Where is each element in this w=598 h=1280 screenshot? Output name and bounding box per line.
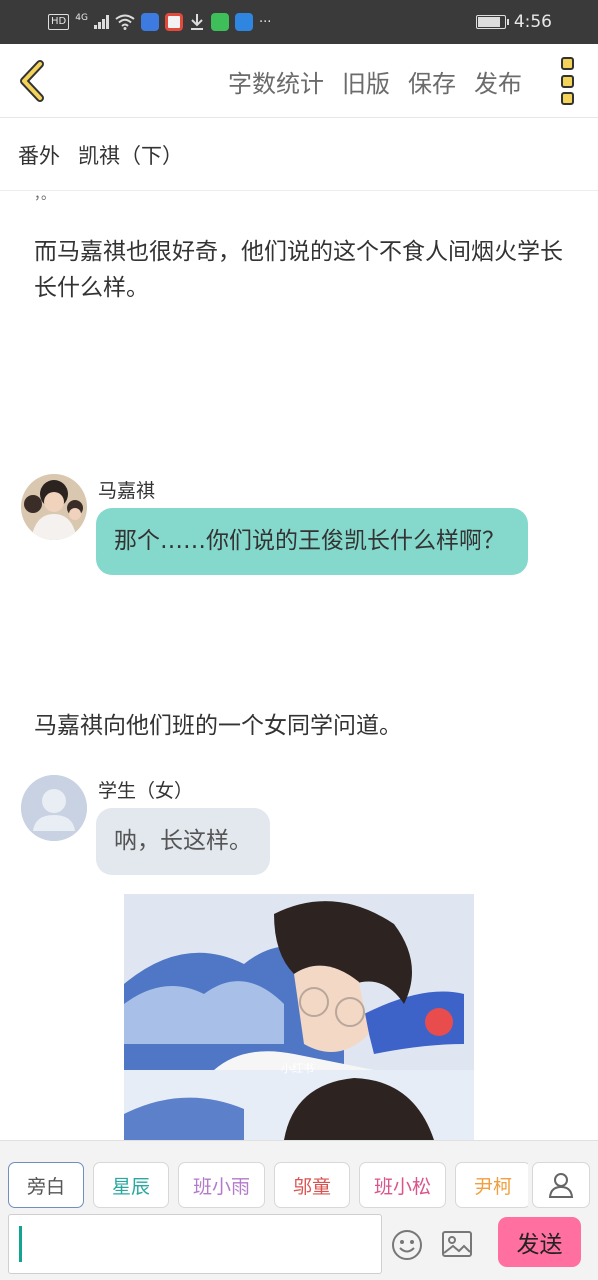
hd-badge: HD [48,14,70,30]
back-chevron-icon[interactable] [14,58,54,104]
download-icon [190,14,203,30]
editor-toolbar: 字数统计 旧版 保存 发布 [0,44,598,118]
emoji-icon[interactable] [391,1229,423,1261]
message-input[interactable] [8,1214,382,1274]
avatar-ma-jiaqi[interactable] [21,474,87,540]
old-version-button[interactable]: 旧版 [342,64,390,99]
speaker-name: 学生（女） [98,780,194,802]
role-chip[interactable]: 班小雨 [178,1162,266,1208]
story-content[interactable]: ，。 而马嘉祺也很好奇，他们说的这个不食人间烟火学长长什么样。 马嘉祺 那个……… [0,192,598,1140]
chapter-header[interactable]: 番外 凯祺（下） [0,119,598,191]
message-composer: 旁白 星辰 班小雨 邬童 班小松 尹柯 发送 [0,1140,598,1280]
role-chip[interactable]: 邬童 [274,1162,351,1208]
send-button[interactable]: 发送 [498,1217,581,1267]
image-upload-icon[interactable] [441,1229,473,1259]
image-watermark: 小红书 [281,1062,314,1075]
character-manager-button[interactable] [532,1162,590,1208]
speaker-name: 马嘉祺 [98,480,156,502]
hotspot-app-icon [234,13,253,31]
chat-bubble[interactable]: 呐，长这样。 [96,808,270,875]
battery-level [477,17,500,27]
person-icon [548,1173,574,1198]
role-chip[interactable]: 星辰 [93,1162,169,1208]
more-vertical-icon[interactable] [558,57,576,105]
signal-icon [93,15,109,29]
clock: 4:56 [513,12,552,32]
text-caret [19,1226,22,1262]
status-bar: HD 4G ··· 4:56 [0,0,598,44]
status-right: 4:56 [475,12,552,32]
role-chip[interactable]: 班小松 [359,1162,447,1208]
network-type: 4G [75,13,88,23]
video-app-icon [164,13,183,31]
word-count-button[interactable]: 字数统计 [228,64,324,99]
narration-paragraph: 马嘉祺向他们班的一个女同学问道。 [34,713,402,739]
save-button[interactable]: 保存 [408,64,456,99]
chat-image[interactable]: 小红书 [124,894,474,1140]
chapter-category: 番外 [18,143,60,168]
app-notification-icon [140,13,159,31]
cut-off-text: ，。 [34,192,55,203]
role-chip[interactable]: 尹柯 [455,1162,528,1208]
chapter-title: 凯祺（下） [78,143,183,168]
more-notifications: ··· [258,14,272,30]
publish-button[interactable]: 发布 [474,64,522,99]
chat-bubble[interactable]: 那个……你们说的王俊凯长什么样啊？ [96,508,528,575]
toolbar-actions: 字数统计 旧版 保存 发布 [228,64,522,99]
status-left: HD 4G ··· [48,12,271,32]
role-chip[interactable]: 旁白 [8,1162,84,1208]
role-selector: 旁白 星辰 班小雨 邬童 班小松 尹柯 [8,1162,528,1210]
narration-paragraph: 而马嘉祺也很好奇，他们说的这个不食人间烟火学长长什么样。 [34,239,563,301]
wifi-icon [115,14,135,30]
avatar-default-user[interactable] [21,775,87,841]
calendar-app-icon [210,13,229,31]
battery-icon [475,15,509,29]
